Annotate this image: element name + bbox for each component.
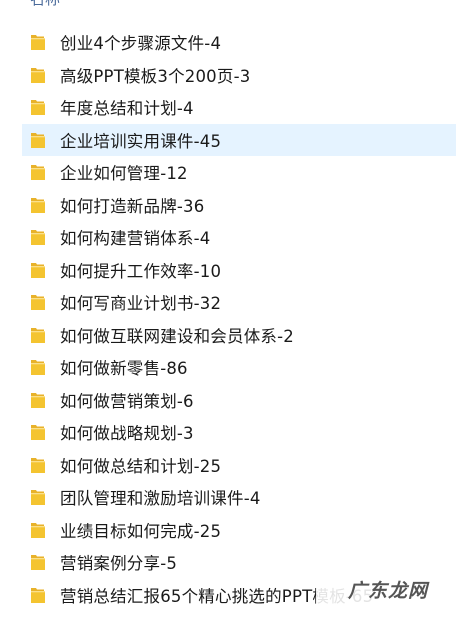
watermark-logo: 广东龙网 (316, 574, 428, 604)
folder-icon (31, 100, 45, 116)
folder-row[interactable]: 企业如何管理-12 (0, 156, 456, 189)
folder-name: 如何做新零售-86 (60, 359, 188, 379)
folder-name: 如何做总结和计划-25 (60, 456, 222, 476)
folder-icon (31, 490, 45, 506)
folder-row[interactable]: 团队管理和激励培训课件-4 (0, 481, 456, 514)
folder-icon (31, 360, 45, 376)
folder-row[interactable]: 如何做新零售-86 (0, 351, 456, 384)
folder-row[interactable]: 如何提升工作效率-10 (0, 254, 456, 287)
folder-name: 如何提升工作效率-10 (60, 261, 222, 281)
folder-icon (31, 67, 45, 83)
folder-name: 如何做互联网建设和会员体系-2 (60, 326, 294, 346)
folder-row[interactable]: 如何做营销策划-6 (0, 384, 456, 417)
folder-name: 如何构建营销体系-4 (60, 229, 211, 249)
folder-name: 高级PPT模板3个200页-3 (60, 66, 251, 86)
folder-name: 团队管理和激励培训课件-4 (60, 489, 261, 509)
folder-name: 企业培训实用课件-45 (60, 131, 222, 151)
folder-name: 企业如何管理-12 (60, 164, 188, 184)
watermark-text: 广东龙网 (347, 579, 428, 602)
folder-icon (31, 295, 45, 311)
folder-icon (31, 262, 45, 278)
folder-row[interactable]: 年度总结和计划-4 (0, 91, 456, 124)
folder-row[interactable]: 如何打造新品牌-36 (0, 189, 456, 222)
folder-name: 如何打造新品牌-36 (60, 196, 205, 216)
folder-name: 创业4个步骤源文件-4 (60, 34, 222, 54)
folder-icon (31, 392, 45, 408)
folder-row[interactable]: 创业4个步骤源文件-4 (0, 26, 456, 59)
folder-name: 年度总结和计划-4 (60, 99, 194, 119)
folder-name: 业绩目标如何完成-25 (60, 521, 222, 541)
folder-row[interactable]: 如何构建营销体系-4 (0, 221, 456, 254)
folder-row[interactable]: 如何写商业计划书-32 (0, 286, 456, 319)
folder-icon (31, 587, 45, 603)
folder-icon (31, 522, 45, 538)
folder-name: 如何做营销策划-6 (60, 391, 194, 411)
folder-icon (31, 165, 45, 181)
folder-icon (31, 327, 45, 343)
folder-icon (31, 35, 45, 51)
folder-icon (31, 230, 45, 246)
folder-name: 如何写商业计划书-32 (60, 294, 222, 314)
folder-icon (31, 425, 45, 441)
name-column-header[interactable]: 名称 (30, 0, 60, 8)
folder-name: 如何做战略规划-3 (60, 424, 194, 444)
folder-row[interactable]: 业绩目标如何完成-25 (0, 514, 456, 547)
folder-icon (31, 457, 45, 473)
folder-row[interactable]: 高级PPT模板3个200页-3 (0, 59, 456, 92)
folder-icon (31, 132, 45, 148)
folder-row-selected[interactable]: 企业培训实用课件-45 (22, 123, 456, 156)
folder-row[interactable]: 如何做互联网建设和会员体系-2 (0, 319, 456, 352)
folder-row[interactable]: 如何做总结和计划-25 (0, 449, 456, 482)
folder-icon (31, 197, 45, 213)
file-list: 创业4个步骤源文件-4 高级PPT模板3个200页-3 年度总结和计划-4 企业… (0, 26, 456, 611)
folder-row[interactable]: 如何做战略规划-3 (0, 416, 456, 449)
folder-name: 营销案例分享-5 (60, 554, 178, 574)
folder-icon (31, 555, 45, 571)
